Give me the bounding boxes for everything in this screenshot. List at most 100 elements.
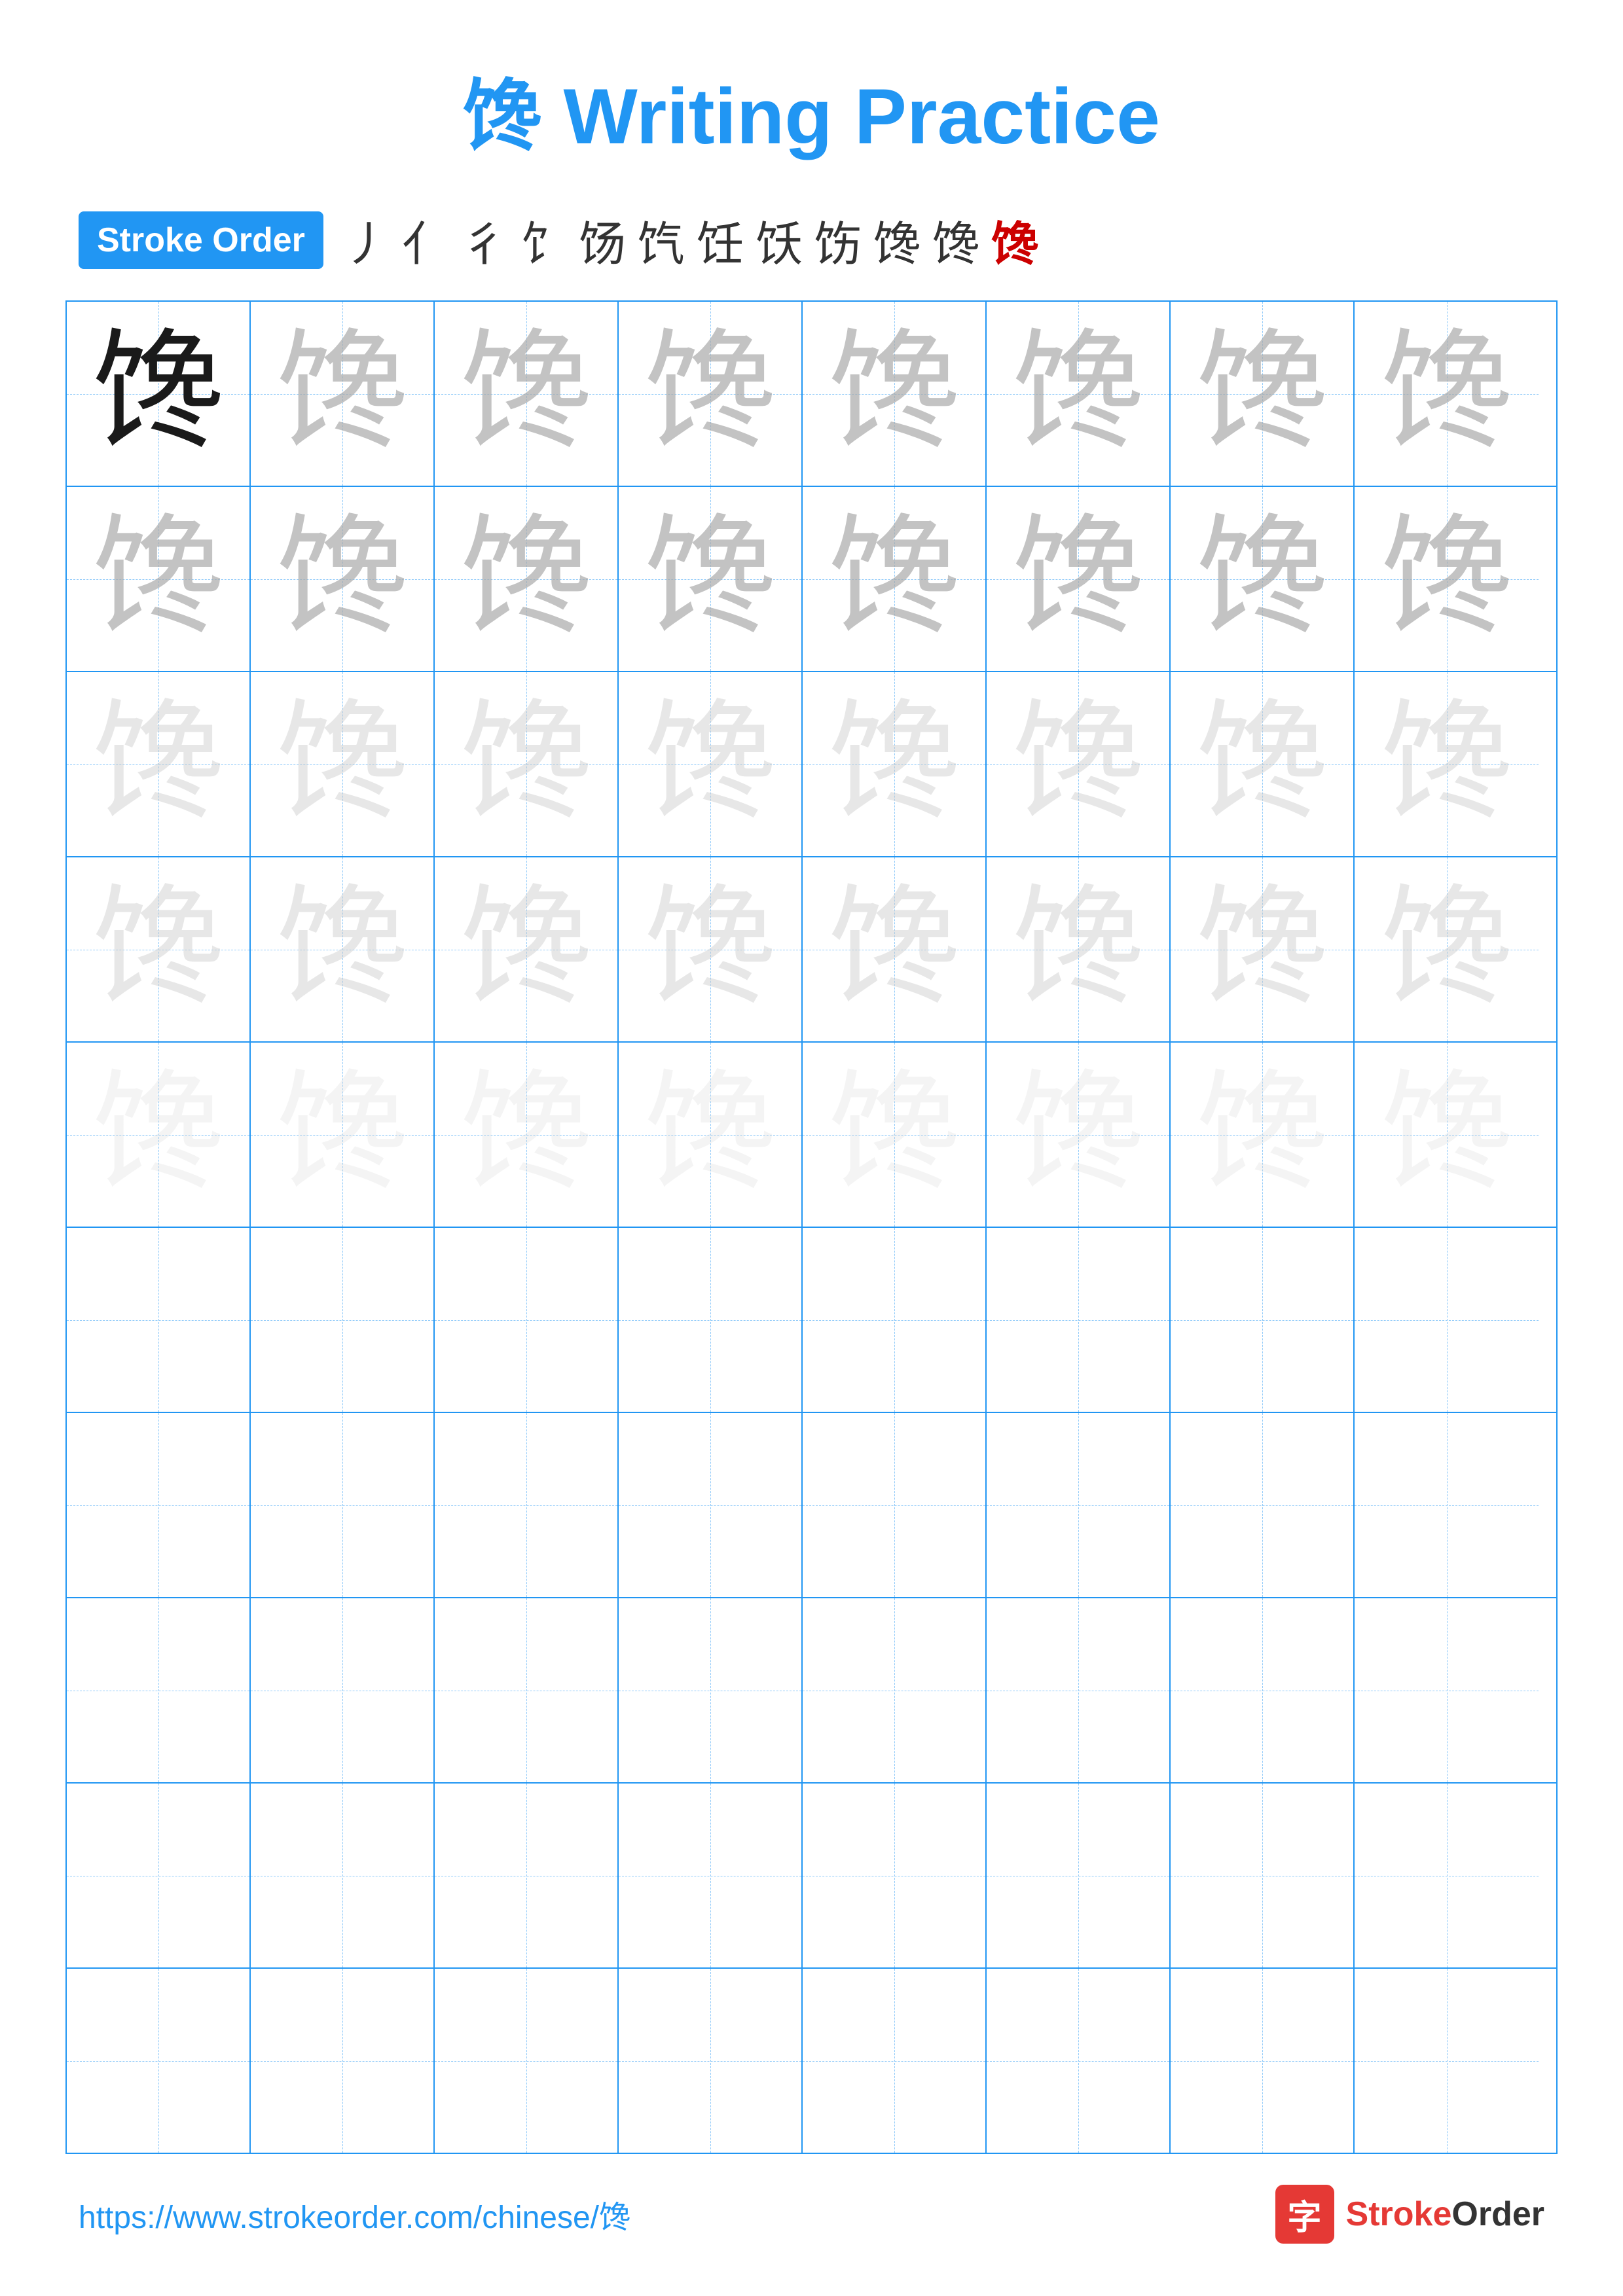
grid-cell-6-2[interactable] [251, 1228, 435, 1412]
grid-cell-6-8[interactable] [1355, 1228, 1539, 1412]
grid-cell-6-7[interactable] [1171, 1228, 1355, 1412]
grid-cell-10-8[interactable] [1355, 1969, 1539, 2153]
grid-cell-10-5[interactable] [803, 1969, 987, 2153]
grid-cell-10-7[interactable] [1171, 1969, 1355, 2153]
grid-cell-7-6[interactable] [987, 1413, 1171, 1597]
footer-url[interactable]: https://www.strokeorder.com/chinese/馋 [79, 2191, 630, 2237]
grid-cell-10-6[interactable] [987, 1969, 1171, 2153]
grid-cell-8-3[interactable] [435, 1598, 619, 1782]
grid-cell-2-3[interactable]: 馋 [435, 487, 619, 671]
grid-cell-7-8[interactable] [1355, 1413, 1539, 1597]
practice-char: 馋 [1381, 514, 1512, 645]
grid-cell-8-8[interactable] [1355, 1598, 1539, 1782]
grid-cell-3-1[interactable]: 馋 [67, 672, 251, 856]
grid-cell-2-7[interactable]: 馋 [1171, 487, 1355, 671]
grid-cell-8-7[interactable] [1171, 1598, 1355, 1782]
grid-cell-8-2[interactable] [251, 1598, 435, 1782]
grid-cell-1-6[interactable]: 馋 [987, 302, 1171, 486]
grid-cell-2-8[interactable]: 馋 [1355, 487, 1539, 671]
grid-cell-10-3[interactable] [435, 1969, 619, 2153]
grid-cell-6-3[interactable] [435, 1228, 619, 1412]
grid-cell-1-2[interactable]: 馋 [251, 302, 435, 486]
grid-cell-6-5[interactable] [803, 1228, 987, 1412]
grid-cell-10-1[interactable] [67, 1969, 251, 2153]
grid-cell-3-2[interactable]: 馋 [251, 672, 435, 856]
grid-row-10 [67, 1969, 1556, 2153]
stroke-6: 饩 [638, 206, 685, 274]
grid-cell-9-5[interactable] [803, 1784, 987, 1967]
grid-cell-9-3[interactable] [435, 1784, 619, 1967]
grid-cell-7-4[interactable] [619, 1413, 803, 1597]
practice-char: 馋 [276, 514, 407, 645]
grid-cell-8-6[interactable] [987, 1598, 1171, 1782]
grid-cell-8-4[interactable] [619, 1598, 803, 1782]
stroke-10: 馋 [873, 206, 921, 274]
grid-cell-7-7[interactable] [1171, 1413, 1355, 1597]
grid-cell-7-3[interactable] [435, 1413, 619, 1597]
grid-cell-1-5[interactable]: 馋 [803, 302, 987, 486]
grid-cell-9-2[interactable] [251, 1784, 435, 1967]
grid-cell-4-8[interactable]: 馋 [1355, 857, 1539, 1041]
grid-cell-3-6[interactable]: 馋 [987, 672, 1171, 856]
practice-char: 馋 [828, 699, 959, 830]
grid-cell-3-4[interactable]: 馋 [619, 672, 803, 856]
grid-cell-4-5[interactable]: 馋 [803, 857, 987, 1041]
grid-cell-6-1[interactable] [67, 1228, 251, 1412]
practice-char: 馋 [1012, 514, 1143, 645]
grid-row-7 [67, 1413, 1556, 1598]
grid-cell-9-6[interactable] [987, 1784, 1171, 1967]
grid-row-2: 馋 馋 馋 馋 馋 馋 馋 馋 [67, 487, 1556, 672]
grid-cell-2-5[interactable]: 馋 [803, 487, 987, 671]
grid-cell-1-7[interactable]: 馋 [1171, 302, 1355, 486]
stroke-1: 丿 [343, 206, 390, 274]
grid-cell-5-5[interactable]: 馋 [803, 1043, 987, 1227]
grid-cell-3-8[interactable]: 馋 [1355, 672, 1539, 856]
grid-cell-8-5[interactable] [803, 1598, 987, 1782]
practice-char: 馋 [1381, 884, 1512, 1015]
grid-cell-1-4[interactable]: 馋 [619, 302, 803, 486]
practice-char: 馋 [92, 1069, 223, 1200]
strokeorder-logo-icon: 字 [1275, 2185, 1334, 2244]
grid-cell-3-5[interactable]: 馋 [803, 672, 987, 856]
grid-cell-5-6[interactable]: 馋 [987, 1043, 1171, 1227]
grid-cell-10-4[interactable] [619, 1969, 803, 2153]
grid-cell-5-8[interactable]: 馋 [1355, 1043, 1539, 1227]
grid-cell-4-2[interactable]: 馋 [251, 857, 435, 1041]
grid-cell-2-6[interactable]: 馋 [987, 487, 1171, 671]
grid-cell-6-6[interactable] [987, 1228, 1171, 1412]
grid-cell-9-7[interactable] [1171, 1784, 1355, 1967]
grid-cell-1-8[interactable]: 馋 [1355, 302, 1539, 486]
grid-cell-7-2[interactable] [251, 1413, 435, 1597]
grid-cell-9-8[interactable] [1355, 1784, 1539, 1967]
grid-cell-5-2[interactable]: 馋 [251, 1043, 435, 1227]
grid-cell-3-7[interactable]: 馋 [1171, 672, 1355, 856]
grid-cell-5-7[interactable]: 馋 [1171, 1043, 1355, 1227]
grid-cell-7-5[interactable] [803, 1413, 987, 1597]
grid-cell-9-1[interactable] [67, 1784, 251, 1967]
practice-char: 馋 [460, 699, 591, 830]
grid-cell-10-2[interactable] [251, 1969, 435, 2153]
practice-char: 馋 [92, 699, 223, 830]
grid-cell-2-4[interactable]: 馋 [619, 487, 803, 671]
grid-cell-1-1[interactable]: 馋 [67, 302, 251, 486]
grid-cell-4-7[interactable]: 馋 [1171, 857, 1355, 1041]
grid-cell-9-4[interactable] [619, 1784, 803, 1967]
grid-cell-2-1[interactable]: 馋 [67, 487, 251, 671]
stroke-order-section: Stroke Order 丿 亻 彳 饣 饧 饩 饪 饫 饬 馋 馋 馋 [0, 206, 1623, 274]
grid-cell-4-6[interactable]: 馋 [987, 857, 1171, 1041]
grid-cell-2-2[interactable]: 馋 [251, 487, 435, 671]
grid-cell-4-1[interactable]: 馋 [67, 857, 251, 1041]
practice-char: 馋 [828, 514, 959, 645]
grid-cell-5-4[interactable]: 馋 [619, 1043, 803, 1227]
grid-cell-6-4[interactable] [619, 1228, 803, 1412]
grid-cell-5-3[interactable]: 馋 [435, 1043, 619, 1227]
practice-char: 馋 [92, 884, 223, 1015]
grid-cell-3-3[interactable]: 馋 [435, 672, 619, 856]
grid-cell-4-3[interactable]: 馋 [435, 857, 619, 1041]
grid-cell-1-3[interactable]: 馋 [435, 302, 619, 486]
grid-cell-5-1[interactable]: 馋 [67, 1043, 251, 1227]
grid-cell-4-4[interactable]: 馋 [619, 857, 803, 1041]
page-title: 馋 Writing Practice [0, 0, 1623, 206]
grid-cell-8-1[interactable] [67, 1598, 251, 1782]
grid-cell-7-1[interactable] [67, 1413, 251, 1597]
